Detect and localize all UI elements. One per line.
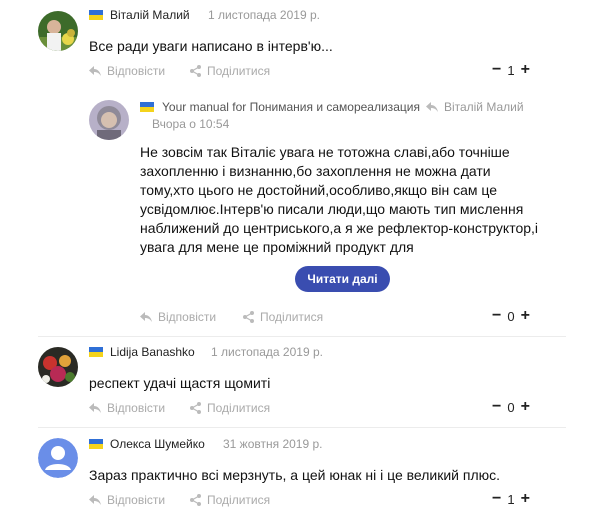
- vote-controls: − 0 +: [492, 399, 530, 415]
- reply-label: Відповісти: [158, 310, 217, 324]
- reply-date[interactable]: Вчора о 10:54: [152, 117, 229, 131]
- comment-text: респект удачі щастя щомиті: [89, 375, 271, 391]
- reply-button[interactable]: Відповісти: [89, 64, 165, 78]
- vote-down-button[interactable]: −: [492, 308, 501, 324]
- reply-text-line: захопленню і визнанню,бо захоплення не м…: [140, 163, 491, 179]
- ukraine-flag-icon: [140, 102, 154, 112]
- share-icon: [190, 494, 201, 506]
- read-more-button[interactable]: Читати далі: [295, 266, 390, 292]
- vote-up-button[interactable]: +: [521, 399, 530, 415]
- reply-to-author[interactable]: Віталій Малий: [444, 100, 524, 114]
- ukraine-flag-icon: [89, 439, 103, 449]
- reply-arrow-icon: [89, 495, 101, 505]
- avatar[interactable]: [38, 11, 78, 51]
- share-icon: [190, 65, 201, 77]
- vote-up-button[interactable]: +: [521, 491, 530, 507]
- share-button[interactable]: Поділитися: [190, 401, 270, 415]
- comment-author[interactable]: Віталій Малий: [110, 8, 190, 22]
- reply-text-line: наближений до центриського,а я же рефлек…: [140, 220, 539, 236]
- reply-button[interactable]: Відповісти: [140, 310, 216, 324]
- comment-date[interactable]: 31 жовтня 2019 р.: [223, 437, 323, 451]
- vote-up-button[interactable]: +: [521, 62, 530, 78]
- vote-count: 1: [507, 62, 515, 78]
- vote-count: 0: [507, 399, 515, 415]
- share-label: Поділитися: [207, 64, 271, 78]
- reply-text-line: усвідомлює.Інтерв'ю писали люди,що мають…: [140, 201, 524, 217]
- ukraine-flag-icon: [89, 347, 103, 357]
- reply-author[interactable]: Your manual for Понимания и самореализац…: [162, 100, 420, 114]
- share-icon: [190, 402, 201, 414]
- avatar[interactable]: [89, 100, 129, 140]
- default-user-icon: [38, 438, 78, 478]
- vote-down-button[interactable]: −: [492, 491, 501, 507]
- share-label: Поділитися: [260, 310, 324, 324]
- share-button[interactable]: Поділитися: [243, 310, 323, 324]
- reply-text-line: увага для мене це проміжний продукт для: [140, 239, 414, 255]
- vote-count: 1: [507, 491, 515, 507]
- vote-controls: − 1 +: [492, 62, 530, 78]
- vote-up-button[interactable]: +: [521, 308, 530, 324]
- reply-button[interactable]: Відповісти: [89, 493, 165, 507]
- vote-controls: − 1 +: [492, 491, 530, 507]
- share-icon: [243, 311, 254, 323]
- reply-text: Не зовсім так Віталіє увага не тотожна с…: [140, 143, 550, 257]
- reply-arrow-icon: [89, 66, 101, 76]
- share-label: Поділитися: [207, 493, 271, 507]
- vote-down-button[interactable]: −: [492, 399, 501, 415]
- vote-controls: − 0 +: [492, 308, 530, 324]
- reply-button[interactable]: Відповісти: [89, 401, 165, 415]
- divider: [38, 336, 566, 337]
- comment-date[interactable]: 1 листопада 2019 р.: [211, 345, 323, 359]
- reply-text-line: тому,хто цього не достойний,особливо,якщ…: [140, 182, 498, 198]
- vote-count: 0: [507, 308, 515, 324]
- comment-author[interactable]: Lidija Banashko: [110, 345, 195, 359]
- avatar[interactable]: [38, 438, 78, 478]
- vote-down-button[interactable]: −: [492, 62, 501, 78]
- divider: [38, 427, 566, 428]
- comment-date[interactable]: 1 листопада 2019 р.: [208, 8, 320, 22]
- reply-arrow-icon: [89, 403, 101, 413]
- reply-header: Your manual for Понимания и самореализац…: [162, 100, 524, 114]
- comment-text: Все ради уваги написано в інтерв'ю...: [89, 38, 333, 54]
- reply-label: Відповісти: [107, 493, 166, 507]
- comment-text: Зараз практично всі мерзнуть, а цей юнак…: [89, 467, 501, 483]
- reply-arrow-icon: [425, 102, 438, 112]
- reply-label: Відповісти: [107, 64, 166, 78]
- reply-label: Відповісти: [107, 401, 166, 415]
- comment-author[interactable]: Олекса Шумейко: [110, 437, 205, 451]
- share-button[interactable]: Поділитися: [190, 64, 270, 78]
- share-button[interactable]: Поділитися: [190, 493, 270, 507]
- reply-text-line: Не зовсім так Віталіє увага не тотожна с…: [140, 144, 510, 160]
- share-label: Поділитися: [207, 401, 271, 415]
- reply-arrow-icon: [140, 312, 152, 322]
- ukraine-flag-icon: [89, 10, 103, 20]
- avatar[interactable]: [38, 347, 78, 387]
